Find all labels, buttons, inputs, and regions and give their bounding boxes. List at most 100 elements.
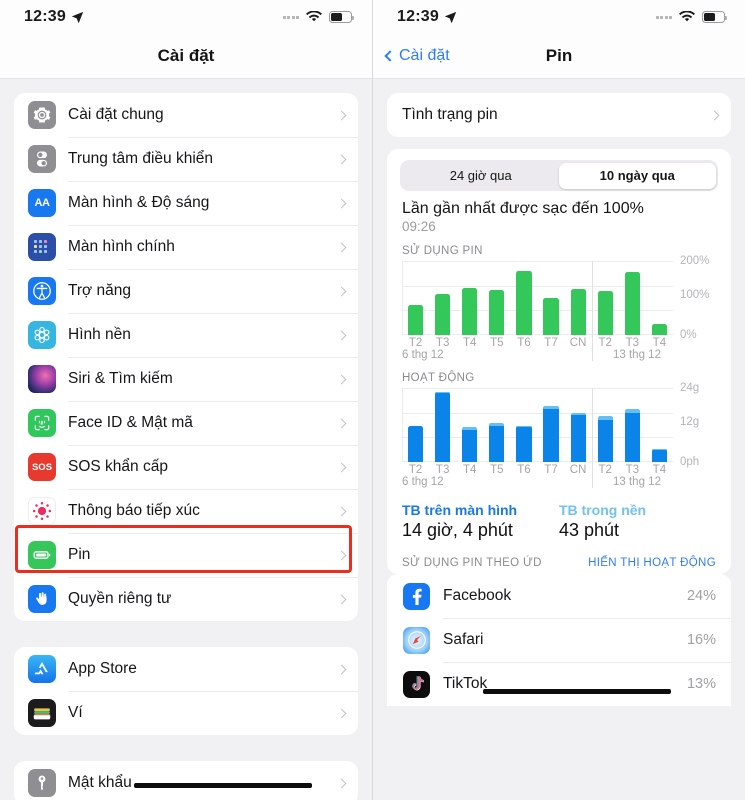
sidebar-item-label: Trung tâm điều khiển: [68, 150, 214, 167]
bar-cell: [592, 388, 619, 462]
back-button[interactable]: Cài đặt: [384, 47, 450, 65]
chevron-right-icon: [336, 374, 347, 384]
activity-bars: [402, 388, 673, 462]
sidebar-item-passwords[interactable]: Mật khẩu: [14, 761, 358, 800]
sidebar-item-display-brightness[interactable]: AA Màn hình & Độ sáng: [14, 181, 358, 225]
x-tick-label: T4: [652, 464, 667, 476]
bar-cell: [646, 388, 673, 462]
activity-y-axis: 24g 12g 0ph: [680, 382, 700, 468]
chevron-left-icon: [384, 50, 396, 62]
time-range-segmented-control[interactable]: 24 giờ qua 10 ngày qua: [387, 149, 731, 191]
sidebar-item-emergency-sos[interactable]: SOS SOS khẩn cấp: [14, 445, 358, 489]
privacy-hand-icon: [28, 585, 56, 613]
sidebar-item-general[interactable]: Cài đặt chung: [14, 93, 358, 137]
sidebar-item-label: Pin: [68, 546, 91, 563]
battery-bar: [516, 270, 532, 335]
activity-bar-background-segment: [570, 413, 586, 415]
settings-screen: 12:39 Cài đặt Cài đặt chung Trung tâm đi…: [0, 0, 372, 800]
bar-cell: [537, 388, 564, 462]
chevron-right-icon: [709, 110, 720, 120]
x-tick-label: T2: [598, 337, 612, 349]
sidebar-item-wallpaper[interactable]: Hình nền: [14, 313, 358, 357]
last-charge-block: Lần gần nhất được sạc đến 100% 09:26: [387, 191, 731, 234]
activity-bar-background-segment: [489, 422, 505, 426]
list-item[interactable]: Safari 16%: [387, 618, 731, 662]
activity-bar: [651, 448, 667, 462]
list-item[interactable]: TikTok 13%: [387, 662, 731, 706]
settings-group-3: Mật khẩu: [14, 761, 358, 800]
battery-bar: [435, 294, 451, 335]
activity-bar: [462, 427, 478, 462]
app-percent: 24%: [686, 588, 716, 604]
app-usage-title: SỬ DỤNG PIN THEO ỨD: [402, 557, 542, 569]
activity-plot: [402, 388, 673, 488]
app-usage-list: Facebook 24% Safari 16% TikTok 13%: [387, 574, 731, 706]
page-title-settings: Cài đặt: [157, 46, 215, 65]
activity-bar-background-segment: [462, 427, 478, 431]
activity-chart: 24g 12g 0ph: [387, 382, 731, 488]
activity-bar-background-segment: [435, 391, 451, 394]
bar-cell: [619, 388, 646, 462]
bar-cell: [565, 261, 592, 335]
wifi-icon: [306, 11, 322, 22]
exposure-notification-icon: [28, 497, 56, 525]
segment-10-days[interactable]: 10 ngày qua: [559, 162, 716, 189]
signal-dots-icon: [282, 15, 299, 19]
battery-usage-card: 24 giờ qua 10 ngày qua Lần gần nhất được…: [387, 149, 731, 574]
x-tick-label: T2: [408, 464, 423, 476]
sidebar-item-wallet[interactable]: Ví: [14, 691, 358, 735]
avg-background: TB trong nền 43 phút: [559, 502, 716, 541]
x-tick-label: CN: [569, 464, 587, 476]
battery-bar: [624, 272, 640, 335]
location-arrow-icon: [71, 11, 84, 23]
safari-icon: [403, 626, 430, 654]
sidebar-item-label: Màn hình & Độ sáng: [68, 194, 210, 211]
sidebar-item-label: App Store: [68, 660, 137, 677]
segment-24-hours[interactable]: 24 giờ qua: [403, 163, 560, 189]
activity-bar: [624, 409, 640, 462]
page-title-battery: Pin: [545, 46, 573, 65]
battery-usage-plot: [402, 261, 673, 361]
sidebar-item-exposure-notifications[interactable]: Thông báo tiếp xúc: [14, 489, 358, 533]
activity-date-labels: 6 thg 12 13 thg 12: [402, 476, 661, 488]
status-time-right: 12:39: [397, 8, 457, 26]
activity-bar: [570, 413, 586, 462]
facebook-icon: [403, 582, 430, 610]
x-tick-label: T3: [435, 337, 450, 349]
sidebar-item-app-store[interactable]: App Store: [14, 647, 358, 691]
activity-bar-background-segment: [624, 409, 640, 413]
bar-cell: [429, 388, 456, 462]
sidebar-item-label: Ví: [68, 704, 83, 721]
battery-date-labels: 6 thg 12 13 thg 12: [402, 349, 661, 361]
sidebar-item-label: SOS khẩn cấp: [68, 458, 168, 475]
show-activity-button[interactable]: HIỂN THỊ HOẠT ĐỘNG: [588, 557, 716, 569]
avg-screen-on-label: TB trên màn hình: [402, 502, 518, 518]
battery-y-axis: 200% 100% 0%: [680, 255, 710, 341]
battery-health-card: Tình trạng pin: [387, 93, 731, 137]
sidebar-item-siri-search[interactable]: Siri & Tìm kiếm: [14, 357, 358, 401]
chevron-right-icon: [336, 154, 347, 164]
gear-icon: [28, 101, 56, 129]
sidebar-item-privacy[interactable]: Quyền riêng tư: [14, 577, 358, 621]
sidebar-item-faceid-passcode[interactable]: Face ID & Mật mã: [14, 401, 358, 445]
sidebar-item-battery[interactable]: Pin: [14, 533, 358, 577]
settings-list-scroll[interactable]: Cài đặt chung Trung tâm điều khiển AA Mà…: [0, 79, 372, 800]
battery-bar: [543, 297, 559, 335]
status-bar-right: 12:39: [373, 0, 745, 34]
chevron-right-icon: [336, 708, 347, 718]
sidebar-item-label: Màn hình chính: [68, 238, 175, 255]
x-tick-label: T3: [625, 337, 639, 349]
sos-icon: SOS: [28, 453, 56, 481]
battery-scroll[interactable]: Tình trạng pin 24 giờ qua 10 ngày qua Lầ…: [373, 79, 745, 800]
app-usage-header: SỬ DỤNG PIN THEO ỨD HIỂN THỊ HOẠT ĐỘNG: [387, 541, 731, 574]
siri-icon: [28, 365, 56, 393]
sidebar-item-home-screen[interactable]: Màn hình chính: [14, 225, 358, 269]
chevron-right-icon: [336, 330, 347, 340]
sidebar-item-control-center[interactable]: Trung tâm điều khiển: [14, 137, 358, 181]
battery-health-row[interactable]: Tình trạng pin: [387, 93, 731, 137]
list-item[interactable]: Facebook 24%: [387, 574, 731, 618]
bar-cell: [456, 261, 483, 335]
chevron-right-icon: [336, 594, 347, 604]
bar-cell: [619, 261, 646, 335]
sidebar-item-accessibility[interactable]: Trợ năng: [14, 269, 358, 313]
